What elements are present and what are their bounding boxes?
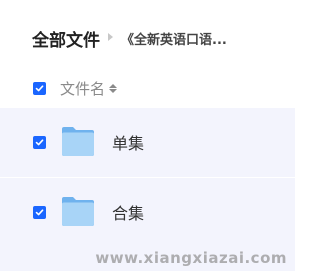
breadcrumb: 全部文件 《全新英语口语... — [32, 24, 227, 52]
row-checkbox[interactable] — [33, 136, 46, 149]
breadcrumb-current[interactable]: 《全新英语口语... — [121, 29, 227, 48]
sort-icon[interactable] — [109, 83, 118, 93]
table-row[interactable]: 合集 — [0, 178, 295, 247]
table-row[interactable]: 单集 — [0, 108, 295, 177]
folder-icon — [62, 127, 94, 156]
watermark: www.xiangxiazai.com — [95, 249, 287, 267]
checkmark-icon — [35, 84, 44, 91]
breadcrumb-root[interactable]: 全部文件 — [32, 26, 100, 51]
folder-icon — [62, 197, 94, 226]
row-divider — [0, 177, 295, 178]
column-header-filename[interactable]: 文件名 — [60, 78, 118, 99]
checkmark-icon — [35, 209, 44, 216]
file-name[interactable]: 合集 — [112, 200, 144, 224]
file-name[interactable]: 单集 — [112, 130, 144, 154]
checkmark-icon — [35, 139, 44, 146]
column-header-label: 文件名 — [60, 79, 106, 98]
select-all-checkbox[interactable] — [33, 81, 46, 95]
table-header: 文件名 — [0, 68, 295, 108]
row-checkbox[interactable] — [33, 206, 46, 219]
chevron-right-icon — [108, 33, 113, 41]
